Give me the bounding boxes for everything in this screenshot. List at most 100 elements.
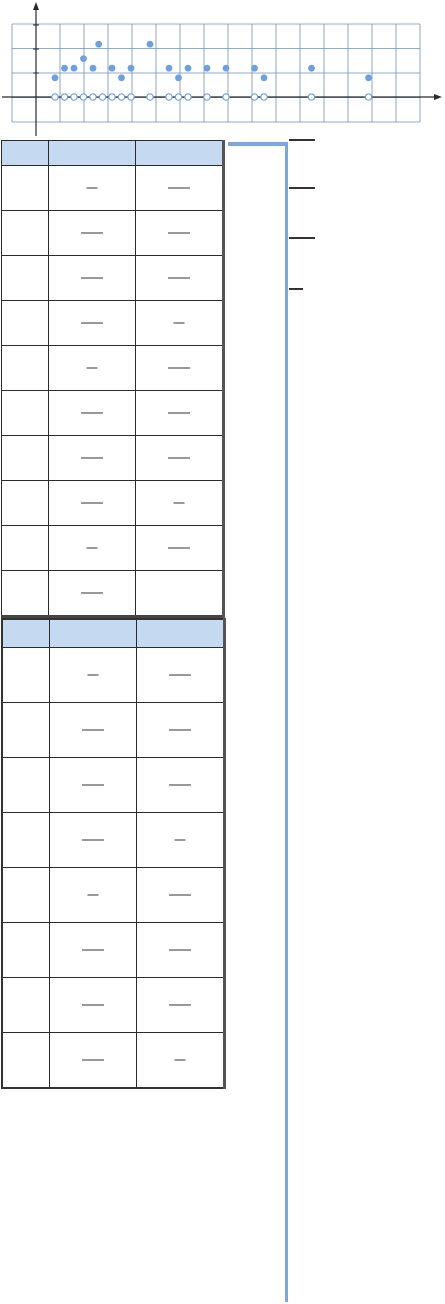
dash-mark xyxy=(81,277,103,279)
filled-point xyxy=(165,64,173,72)
dash-mark xyxy=(173,502,185,504)
table-cell xyxy=(48,435,136,481)
table-cell xyxy=(135,480,225,526)
filled-point xyxy=(146,40,154,48)
table-cell xyxy=(136,702,226,758)
table-row xyxy=(1,757,226,813)
table-cell xyxy=(135,435,225,481)
table-cell xyxy=(136,922,226,978)
table-cell xyxy=(1,435,49,481)
hollow-point xyxy=(165,93,173,101)
scatter-plot xyxy=(2,2,442,136)
hollow-point xyxy=(70,93,78,101)
table-row xyxy=(1,570,225,617)
filled-point xyxy=(308,64,315,72)
table-cell xyxy=(1,300,49,346)
table-2 xyxy=(1,618,226,1089)
header-cell xyxy=(136,618,226,648)
table-cell xyxy=(135,390,225,436)
dash-mark xyxy=(82,839,104,841)
table-cell xyxy=(1,977,50,1033)
table-cell xyxy=(136,977,226,1033)
side-dash-mark xyxy=(289,139,315,141)
filled-point xyxy=(108,64,116,72)
table-cell xyxy=(49,867,137,923)
table-cell xyxy=(48,390,136,436)
filled-point xyxy=(89,64,97,72)
plot-grid xyxy=(11,23,421,123)
table-row xyxy=(1,300,225,346)
table-cell xyxy=(1,345,49,391)
table-row xyxy=(1,977,226,1033)
table-cell xyxy=(48,525,136,571)
dash-mark xyxy=(168,457,190,459)
table-row xyxy=(1,1032,226,1089)
dash-mark xyxy=(82,784,104,786)
dash-mark xyxy=(169,729,191,731)
table-cell xyxy=(48,345,136,391)
filled-point xyxy=(127,64,135,72)
table-row xyxy=(1,647,226,703)
table-row xyxy=(1,390,225,436)
table-cell xyxy=(1,867,50,923)
dash-mark xyxy=(82,1004,104,1006)
filled-point xyxy=(222,64,230,72)
table-cell xyxy=(135,300,225,346)
side-dash-mark xyxy=(289,237,315,239)
table-cell xyxy=(1,702,50,758)
filled-point xyxy=(61,64,68,72)
dash-mark xyxy=(169,1004,191,1006)
dash-mark xyxy=(81,412,103,414)
table-row xyxy=(1,210,225,256)
table-row xyxy=(1,480,225,526)
table-row xyxy=(1,867,226,923)
dash-mark xyxy=(87,674,99,676)
hollow-point xyxy=(222,93,230,101)
dash-mark xyxy=(86,547,98,549)
table-row xyxy=(1,812,226,868)
dash-mark xyxy=(87,894,99,896)
table-row xyxy=(1,525,225,571)
vertical-rule-cap xyxy=(228,142,286,146)
table-cell xyxy=(135,345,225,391)
dash-mark xyxy=(173,322,185,324)
header-cell xyxy=(1,140,49,166)
dash-mark xyxy=(81,502,103,504)
side-dash-mark xyxy=(289,187,315,189)
table-cell xyxy=(135,255,225,301)
filled-point xyxy=(118,74,125,82)
filled-point xyxy=(80,55,87,62)
dash-mark xyxy=(86,187,98,189)
table-cell xyxy=(136,757,226,813)
hollow-point xyxy=(51,93,59,101)
dash-mark xyxy=(169,784,191,786)
table-header-row xyxy=(1,618,226,648)
dash-mark xyxy=(81,592,103,594)
hollow-point xyxy=(89,93,97,101)
table-cell xyxy=(136,647,226,703)
filled-point xyxy=(251,64,258,72)
table-cell xyxy=(48,480,136,526)
filled-point xyxy=(184,64,192,72)
dash-mark xyxy=(169,894,191,896)
table-cell xyxy=(1,165,49,211)
dash-mark xyxy=(82,729,104,731)
table-cell xyxy=(1,255,49,301)
dash-mark xyxy=(168,547,190,549)
filled-point xyxy=(51,74,59,82)
table-cell xyxy=(1,390,49,436)
y-axis-arrow xyxy=(33,2,39,10)
dash-mark xyxy=(86,367,98,369)
hollow-point xyxy=(307,93,316,101)
table-cell xyxy=(48,570,136,617)
table-cell xyxy=(49,812,137,868)
table-cell xyxy=(1,757,50,813)
table-cell xyxy=(49,922,137,978)
filled-point xyxy=(95,40,103,48)
table-cell xyxy=(136,867,226,923)
hollow-point xyxy=(174,93,183,101)
hollow-point xyxy=(98,93,107,101)
table-cell xyxy=(1,1032,50,1089)
table-cell xyxy=(49,1032,137,1089)
table-row xyxy=(1,165,225,211)
